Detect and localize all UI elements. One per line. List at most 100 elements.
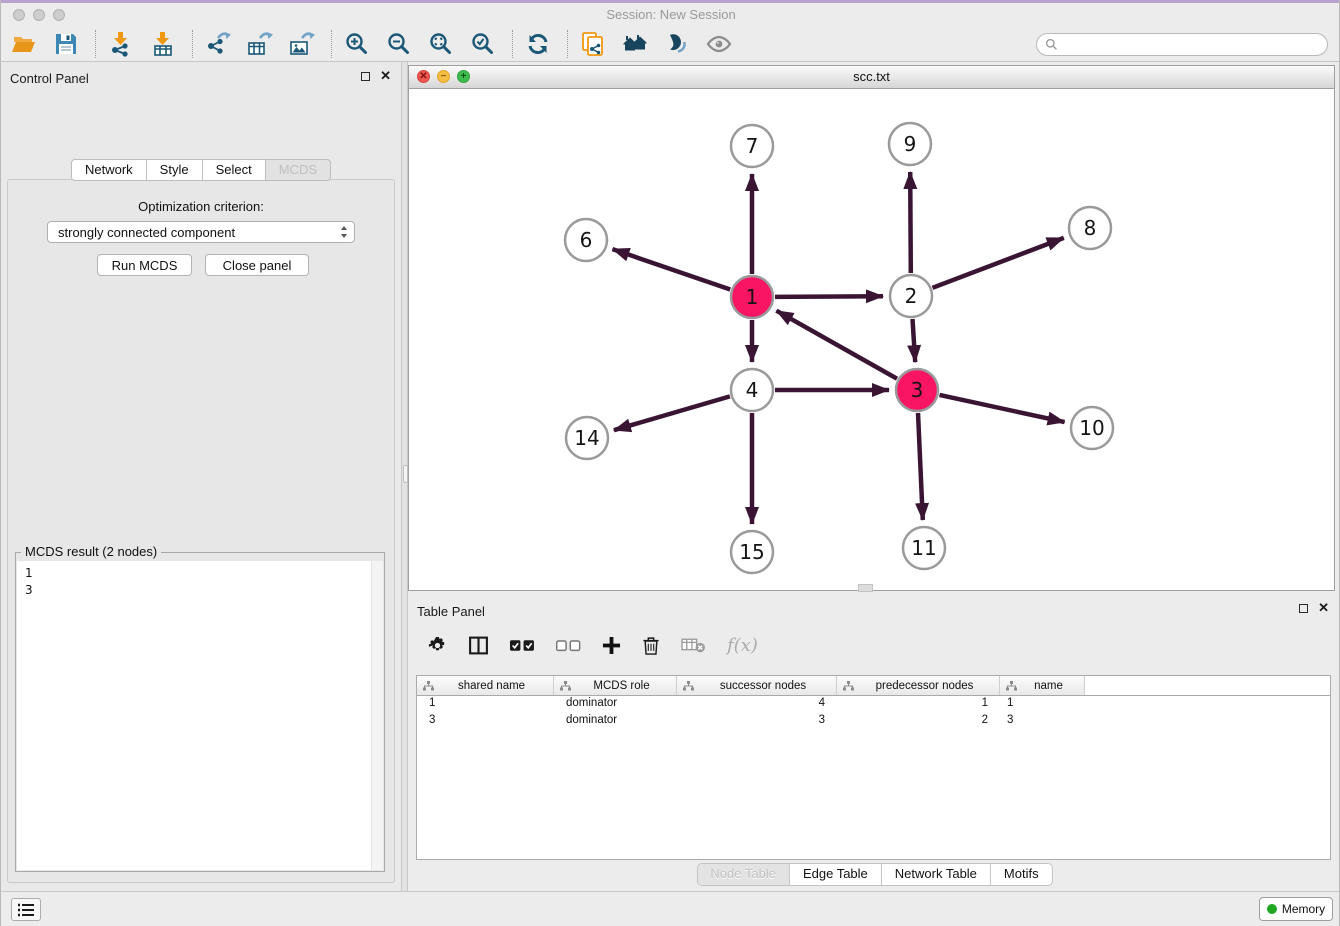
show-columns-button[interactable] [468,635,489,656]
table-settings-button[interactable] [428,636,447,655]
edge-3-1[interactable] [776,311,897,379]
column-header-predecessor-nodes[interactable]: predecessor nodes [837,676,1000,695]
vertical-splitter[interactable] [401,62,408,891]
table-row[interactable]: 3dominator323 [417,713,1330,730]
select-all-button[interactable] [510,638,535,653]
edge-1-6[interactable] [613,249,731,289]
import-table-icon [150,31,176,57]
tab-select[interactable]: Select [203,159,266,181]
tab-node-table[interactable]: Node Table [697,864,789,885]
add-row-button[interactable] [602,636,621,655]
zoom-fit-button[interactable] [426,30,456,58]
show-graphics-details-button[interactable] [662,30,692,58]
search-icon [1045,38,1058,51]
hide-panels-button[interactable] [704,30,734,58]
run-mcds-button[interactable]: Run MCDS [97,254,192,276]
edge-2-9[interactable] [910,172,911,273]
tab-network[interactable]: Network [71,159,147,181]
deselect-all-button[interactable] [556,638,581,653]
zoom-selected-button[interactable] [468,30,498,58]
edge-4-14[interactable] [614,396,730,430]
import-network-button[interactable] [106,30,136,58]
node-label-1: 1 [746,285,759,309]
trash-icon [642,635,660,656]
close-panel-icon[interactable]: ✕ [1318,602,1329,614]
mcds-result-text: 1 3 [17,561,383,603]
table-cell[interactable]: dominator [554,713,677,730]
node-label-9: 9 [904,132,917,156]
result-scrollbar[interactable] [371,561,383,870]
eye-icon [706,31,732,57]
column-header-shared-name[interactable]: shared name [417,676,554,695]
tab-network-table[interactable]: Network Table [881,864,990,885]
tab-mcds[interactable]: MCDS [266,159,331,181]
memory-button[interactable]: Memory [1259,897,1333,921]
edge-3-10[interactable] [940,395,1065,422]
toolbar-separator [512,30,514,58]
edge-3-11[interactable] [918,413,923,520]
edge-2-8[interactable] [933,238,1064,288]
table-row[interactable]: 1dominator411 [417,696,1330,713]
table-cell[interactable]: 1 [837,696,1000,713]
task-history-button[interactable] [11,898,41,921]
network-canvas[interactable]: 7968124314101511 [409,88,1334,590]
save-session-button[interactable] [51,30,81,58]
tab-edge-table[interactable]: Edge Table [789,864,881,885]
toolbar-separator [567,30,569,58]
edge-1-2[interactable] [775,296,883,297]
column-header-successor-nodes[interactable]: successor nodes [677,676,837,695]
toolbar-separator [331,30,333,58]
optimization-criterion-select[interactable]: strongly connected component [47,221,355,243]
import-table-button[interactable] [148,30,178,58]
network-window-titlebar[interactable]: ✕ − + scc.txt [409,66,1334,89]
toolbar-separator [192,30,194,58]
table-panel-title: Table Panel [417,604,485,619]
function-builder-button[interactable]: f(x) [727,635,758,656]
open-session-button[interactable] [9,30,39,58]
table-cell[interactable]: 1 [417,696,554,713]
delete-row-button[interactable] [642,635,660,656]
copy-network-button[interactable] [578,30,608,58]
table-cell[interactable]: 2 [837,713,1000,730]
mcds-result-area[interactable]: 1 3 [17,561,383,870]
home-button[interactable] [620,30,650,58]
table-cell[interactable]: dominator [554,696,677,713]
mcds-result-fieldset: MCDS result (2 nodes) 1 3 [15,552,385,872]
plus-icon [602,636,621,655]
horizontal-splitter-handle[interactable] [858,584,873,592]
search-field[interactable] [1036,33,1328,56]
control-panel-tabs: Network Style Select MCDS [71,159,331,181]
refresh-icon [525,31,551,57]
delete-table-button[interactable] [681,637,706,654]
node-table[interactable]: shared nameMCDS rolesuccessor nodesprede… [416,675,1331,860]
tab-motifs[interactable]: Motifs [990,864,1052,885]
zoom-in-button[interactable] [342,30,372,58]
table-cell[interactable]: 3 [1000,713,1085,730]
table-cell[interactable]: 3 [417,713,554,730]
export-image-button[interactable] [287,30,317,58]
refresh-button[interactable] [523,30,553,58]
float-panel-icon[interactable] [1299,604,1308,613]
table-tabs: Node Table Edge Table Network Table Moti… [696,863,1052,886]
column-header-name[interactable]: name [1000,676,1085,695]
application-window: Session: New Session [0,0,1340,926]
tab-style[interactable]: Style [147,159,203,181]
export-table-button[interactable] [245,30,275,58]
table-cell[interactable]: 3 [677,713,837,730]
node-label-2: 2 [905,284,918,308]
node-label-10: 10 [1079,416,1104,440]
float-panel-icon[interactable] [361,72,370,81]
search-input[interactable] [1058,35,1327,55]
column-header-MCDS-role[interactable]: MCDS role [554,676,677,695]
export-network-button[interactable] [203,30,233,58]
checked-boxes-icon [510,638,535,653]
gear-icon [428,636,447,655]
table-cell[interactable]: 4 [677,696,837,713]
save-icon [53,31,79,57]
edge-2-3[interactable] [913,319,916,362]
close-panel-icon[interactable]: ✕ [380,70,391,82]
close-panel-button[interactable]: Close panel [205,254,309,276]
zoom-out-button[interactable] [384,30,414,58]
toolbar-separator [95,30,97,58]
table-cell[interactable]: 1 [1000,696,1085,713]
